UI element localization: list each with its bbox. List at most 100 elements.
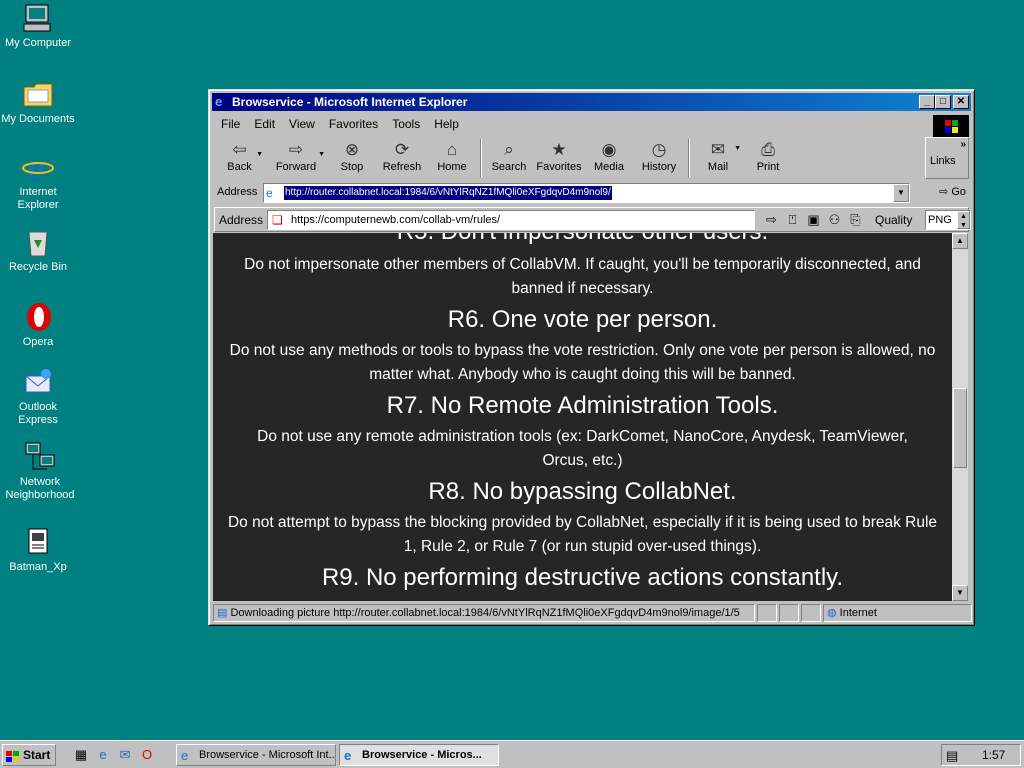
browservice-address-label: Address (219, 213, 264, 227)
globe-icon: ◍ (827, 607, 837, 619)
page-content: R5. Don't impersonate other users. Do no… (213, 233, 952, 601)
chevron-down-icon[interactable]: ▼ (318, 151, 325, 158)
home-icon: ⌂ (446, 140, 458, 159)
browservice-url[interactable]: https://computernewb.com/collab-vm/rules… (291, 214, 500, 226)
status-text-panel: ▤ Downloading picture http://router.coll… (213, 604, 755, 622)
stop-button[interactable]: ⊗ Stop (327, 137, 377, 179)
quality-label: Quality (875, 213, 913, 227)
address-input[interactable]: e http://router.collabnet.local:1984/6/v… (263, 183, 910, 203)
desktop-icon-recycle-bin[interactable]: Recycle Bin (0, 226, 76, 274)
quality-select[interactable]: PNG ▲ ▼ (925, 210, 971, 230)
desktop-icon-my-documents[interactable]: My Documents (0, 78, 76, 126)
desktop-icon-label: Opera (22, 336, 54, 348)
minimize-button[interactable]: _ (919, 95, 935, 109)
menu-help[interactable]: Help (427, 117, 466, 131)
scroll-thumb[interactable] (953, 388, 967, 468)
save-icon[interactable]: ▣ (803, 211, 824, 229)
status-panel (779, 604, 799, 622)
desktop-icon-opera[interactable]: Opera (0, 301, 76, 349)
taskbar-button-active[interactable]: e Browservice - Micros... (339, 744, 499, 766)
media-button[interactable]: ◉ Media (585, 137, 633, 179)
show-desktop-icon[interactable]: ▦ (70, 746, 92, 764)
rule-heading: R6. One vote per person. (447, 306, 718, 333)
address-url[interactable]: http://router.collabnet.local:1984/6/vNt… (284, 186, 612, 200)
outlook-icon (22, 366, 54, 398)
search-icon: ⌕ (504, 140, 514, 159)
status-panel (757, 604, 777, 622)
ie-icon: e (344, 748, 352, 763)
windows-logo-icon (6, 749, 20, 762)
ie-icon[interactable]: e (92, 746, 114, 764)
page-icon: e (266, 186, 273, 200)
clipboard-icon[interactable]: ⎘ (845, 211, 866, 229)
scheduler-icon[interactable]: ▤ (946, 746, 958, 766)
browservice-toolbar: Address ❑ https://computernewb.com/colla… (214, 207, 971, 232)
forward-button[interactable]: ⇨ Forward ▼ (265, 137, 327, 179)
desktop-icon-label: My Computer (4, 37, 72, 49)
stop-icon: ⊗ (344, 140, 360, 159)
favorites-button[interactable]: ★ Favorites (533, 137, 585, 179)
address-label: Address (217, 186, 258, 198)
history-button[interactable]: ◷ History (633, 137, 685, 179)
start-button[interactable]: Start (2, 744, 56, 766)
rule-heading: R7. No Remote Administration Tools. (386, 392, 779, 419)
zone-panel: ◍ Internet (823, 604, 972, 622)
desktop-icon-outlook-express[interactable]: Outlook Express (0, 366, 76, 427)
taskbar: Start ▦ e ✉ O e Browservice - Microsoft … (0, 740, 1024, 768)
menu-edit[interactable]: Edit (247, 117, 282, 131)
menu-bar: File Edit View Favorites Tools Help (214, 114, 934, 134)
computer-icon (22, 2, 54, 34)
toolbar-separator (480, 139, 482, 177)
home-button[interactable]: ⌂ Home (427, 137, 477, 179)
go-button[interactable]: ⇨ Go (939, 185, 966, 198)
quick-launch: ▦ e ✉ O (70, 746, 158, 764)
desktop-icon-internet-explorer[interactable]: e Internet Explorer (0, 151, 76, 212)
browservice-address-input[interactable]: ❑ https://computernewb.com/collab-vm/rul… (267, 210, 755, 230)
scroll-down-button[interactable]: ▼ (952, 585, 968, 601)
ie-icon: e (181, 748, 189, 763)
refresh-button[interactable]: ⟳ Refresh (377, 137, 427, 179)
desktop-icon-label: Outlook Express (18, 401, 58, 426)
scroll-up-button[interactable]: ▲ (952, 233, 968, 249)
desktop-icon-batman-xp[interactable]: Batman_Xp (0, 526, 76, 574)
links-bar[interactable]: Links » (925, 137, 969, 179)
chevron-down-icon[interactable]: ▼ (256, 151, 263, 158)
vertical-scrollbar[interactable]: ▲ ▼ (952, 233, 968, 601)
spinner-arrows-icon[interactable]: ▲ ▼ (957, 211, 970, 229)
toolbar-separator (688, 139, 690, 177)
chevron-down-icon[interactable]: ▼ (734, 145, 741, 152)
desktop-icon-network-neighborhood[interactable]: Network Neighborhood (2, 441, 78, 502)
menu-favorites[interactable]: Favorites (322, 117, 385, 131)
document-icon (22, 526, 54, 558)
browser-window: e Browservice - Microsoft Internet Explo… (208, 89, 975, 626)
title-bar[interactable]: e Browservice - Microsoft Internet Explo… (212, 93, 971, 111)
menu-tools[interactable]: Tools (385, 117, 427, 131)
folder-icon (22, 78, 54, 110)
rule-heading: R9. No performing destructive actions co… (321, 564, 844, 591)
close-button[interactable]: ✕ (953, 95, 969, 109)
maximize-button[interactable]: □ (935, 95, 951, 109)
taskbar-button[interactable]: e Browservice - Microsoft Int... (176, 744, 336, 766)
opera-icon[interactable]: O (136, 746, 158, 764)
address-dropdown-button[interactable]: ▼ (893, 184, 909, 202)
network-icon (24, 441, 56, 473)
svg-text:e: e (28, 152, 45, 183)
desktop-icon-label: Recycle Bin (8, 261, 68, 273)
clock[interactable]: 1:57 PM (982, 748, 1005, 768)
find-icon[interactable]: ⚇ (824, 211, 845, 229)
rule-heading: R8. No bypassing CollabNet. (428, 478, 737, 505)
go-arrow-icon[interactable]: ⇨ (761, 211, 782, 229)
print-button[interactable]: ⎙ Print (743, 137, 793, 179)
back-button[interactable]: ⇦ Back ▼ (214, 137, 265, 179)
menu-view[interactable]: View (282, 117, 322, 131)
mail-button[interactable]: ✉ Mail ▼ (693, 137, 743, 179)
favorites-icon: ★ (551, 140, 567, 159)
desktop-icon-my-computer[interactable]: My Computer (0, 2, 76, 50)
chevron-right-icon[interactable]: » (960, 139, 966, 150)
status-panel (801, 604, 821, 622)
desktop-icon-label: Batman_Xp (9, 561, 67, 573)
menu-file[interactable]: File (214, 117, 247, 131)
outlook-icon[interactable]: ✉ (114, 746, 136, 764)
bookmark-icon[interactable]: ⍞ (782, 211, 803, 229)
search-button[interactable]: ⌕ Search (485, 137, 533, 179)
